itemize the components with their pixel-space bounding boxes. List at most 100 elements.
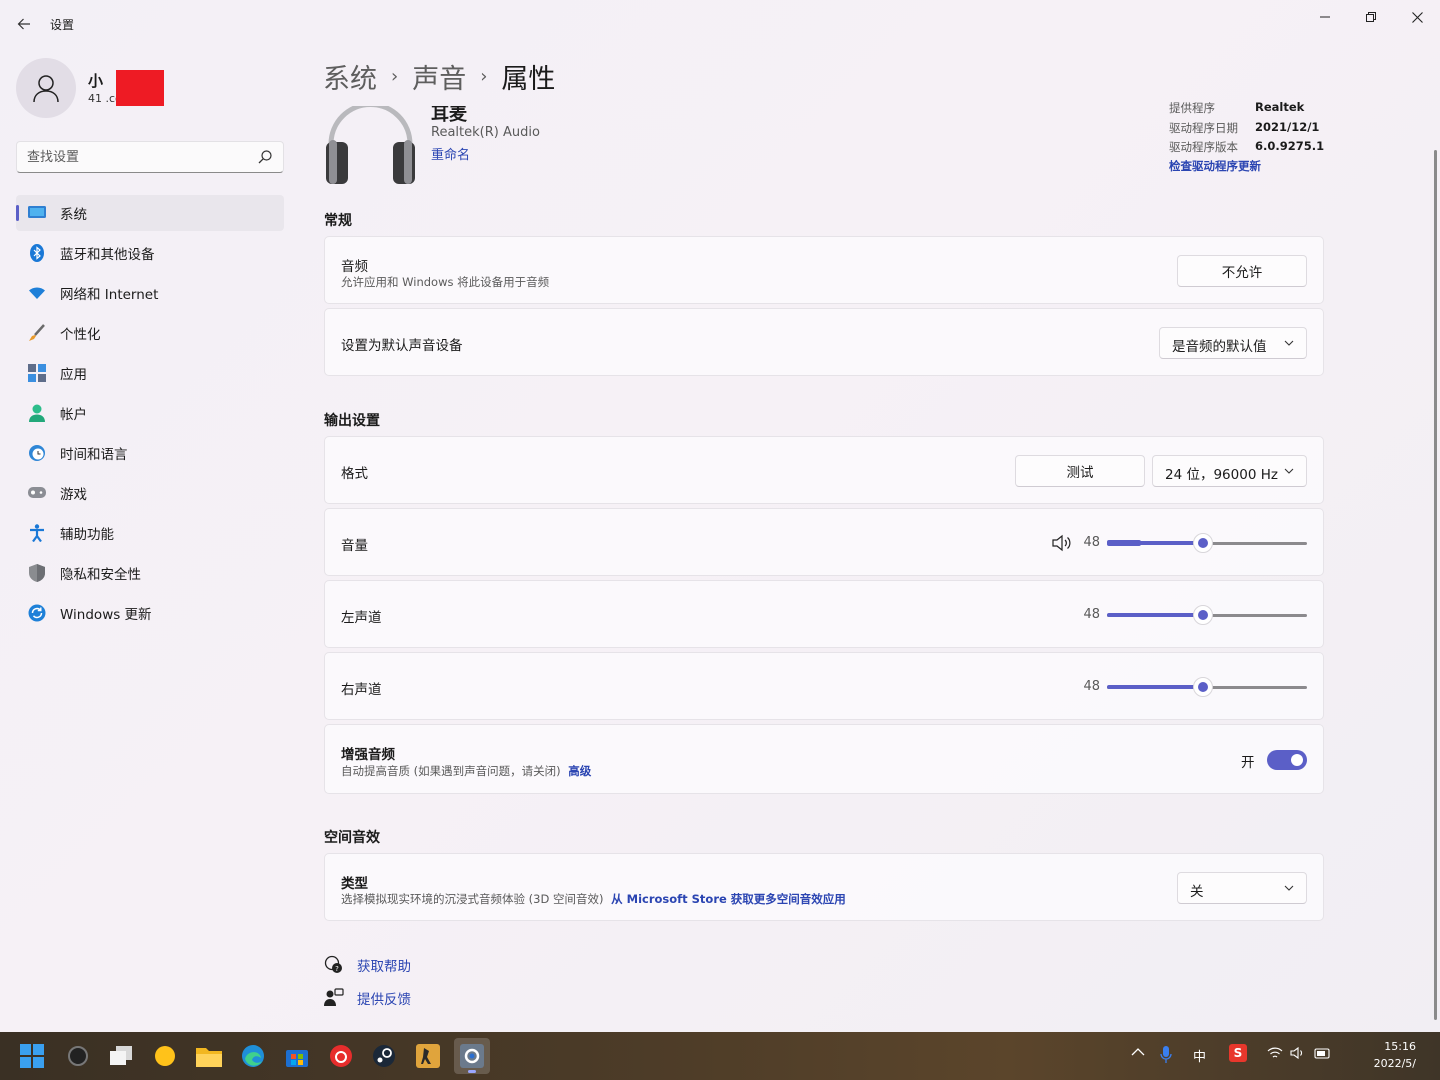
driver-provider-value: Realtek (1255, 100, 1305, 114)
sidebar-item-apps[interactable]: 应用 (16, 355, 284, 391)
store-button[interactable] (279, 1038, 315, 1074)
clock-date: 2022/5/ (1373, 1057, 1416, 1070)
driver-provider-label: 提供程序 (1169, 101, 1215, 115)
search-input[interactable] (17, 142, 247, 172)
get-help-text: 获取帮助 (357, 959, 411, 975)
netease-music-button[interactable] (323, 1038, 359, 1074)
sidebar-item-bluetooth[interactable]: 蓝牙和其他设备 (16, 235, 284, 271)
minimize-icon (1320, 16, 1330, 18)
breadcrumb-sound[interactable]: 声音 (412, 57, 466, 96)
chevron-down-icon (1284, 885, 1294, 891)
breadcrumb-separator: › (480, 65, 488, 87)
sidebar-item-label: 游戏 (60, 487, 87, 503)
sidebar-item-accessibility[interactable]: 辅助功能 (16, 515, 284, 551)
store-link[interactable]: 从 Microsoft Store 获取更多空间音效应用 (611, 892, 846, 906)
sidebar-item-windows-update[interactable]: Windows 更新 (16, 595, 284, 631)
bluetooth-icon (28, 244, 46, 262)
scrollbar[interactable] (1434, 150, 1437, 1020)
settings-button[interactable] (454, 1038, 490, 1074)
volume-value: 48 (1083, 535, 1100, 550)
sidebar-item-accounts[interactable]: 帐户 (16, 395, 284, 431)
shield-icon (28, 564, 46, 582)
network-button[interactable] (1267, 1046, 1283, 1064)
clock[interactable]: 15:16 2022/5/ (1346, 1038, 1416, 1072)
enhance-audio-desc-text: 自动提高音质 (如果遇到声音问题，请关闭) (341, 764, 561, 778)
file-explorer-icon (196, 1048, 222, 1067)
volume-card: 音量 48 (324, 508, 1324, 576)
search-icon[interactable] (257, 149, 273, 165)
volume-slider[interactable] (1107, 533, 1307, 553)
sidebar-nav: 系统 蓝牙和其他设备 网络和 Internet 个性化 应用 帐户 时间和语言 … (16, 195, 284, 635)
disallow-button[interactable]: 不允许 (1177, 255, 1307, 287)
csgo-button[interactable] (410, 1038, 446, 1074)
close-button[interactable] (1394, 4, 1440, 30)
microphone-button[interactable] (1160, 1046, 1172, 1068)
sidebar-item-label: 个性化 (60, 327, 101, 343)
dropdown-value: 24 位，96000 Hz (1165, 467, 1278, 483)
battery-button[interactable] (1314, 1046, 1332, 1064)
ime-indicator[interactable]: 中 (1193, 1046, 1206, 1065)
edge-button[interactable] (235, 1038, 271, 1074)
tray-overflow-button[interactable] (1131, 1046, 1145, 1061)
taskbar-app-yellow[interactable] (147, 1038, 183, 1074)
file-explorer-button[interactable] (191, 1038, 227, 1074)
section-title-output: 输出设置 (324, 413, 380, 429)
start-button[interactable] (14, 1038, 50, 1074)
sidebar-item-time-language[interactable]: 时间和语言 (16, 435, 284, 471)
enhance-audio-toggle[interactable] (1267, 750, 1307, 770)
get-help-link[interactable]: ? 获取帮助 (324, 954, 411, 976)
slider-thumb[interactable] (1193, 533, 1213, 553)
clock-globe-icon (28, 444, 46, 462)
enhance-audio-title: 增强音频 (341, 747, 395, 763)
minimize-button[interactable] (1302, 4, 1348, 30)
dropdown-value: 是音频的默认值 (1172, 339, 1267, 355)
sidebar-item-system[interactable]: 系统 (16, 195, 284, 231)
chevron-down-icon (1284, 340, 1294, 346)
format-dropdown[interactable]: 24 位，96000 Hz (1152, 455, 1307, 487)
back-button[interactable] (12, 12, 36, 36)
check-driver-update-link[interactable]: 检查驱动程序更新 (1169, 158, 1261, 174)
right-channel-value: 48 (1083, 679, 1100, 694)
driver-date-value: 2021/12/1 (1255, 120, 1320, 134)
dropdown-value: 关 (1190, 884, 1204, 900)
spatial-type-dropdown[interactable]: 关 (1177, 872, 1307, 904)
chevron-up-icon (1131, 1048, 1145, 1056)
left-channel-slider[interactable] (1107, 605, 1307, 625)
spatial-type-card: 类型 选择模拟现实环境的沉浸式音频体验 (3D 空间音效) 从 Microsof… (324, 853, 1324, 921)
speaker-icon[interactable] (1052, 534, 1072, 552)
taskbar-search-button[interactable] (60, 1038, 96, 1074)
steam-button[interactable] (366, 1038, 402, 1074)
netease-music-icon (330, 1045, 352, 1067)
restore-button[interactable] (1348, 4, 1394, 30)
slider-thumb[interactable] (1193, 605, 1213, 625)
spatial-type-desc: 选择模拟现实环境的沉浸式音频体验 (3D 空间音效) 从 Microsoft S… (341, 891, 846, 907)
left-channel-title: 左声道 (341, 610, 382, 626)
driver-version-label: 驱动程序版本 (1169, 140, 1238, 154)
sidebar-item-gaming[interactable]: 游戏 (16, 475, 284, 511)
rename-link[interactable]: 重命名 (431, 144, 470, 163)
brush-icon (28, 324, 46, 342)
user-profile[interactable]: 小 41 .com (16, 56, 286, 120)
volume-tray-button[interactable] (1290, 1046, 1306, 1064)
search-box[interactable] (16, 141, 284, 173)
app-title: 设置 (50, 18, 75, 32)
sidebar-item-privacy[interactable]: 隐私和安全性 (16, 555, 284, 591)
apps-icon (28, 364, 46, 382)
slider-thumb[interactable] (1193, 677, 1213, 697)
sogou-icon[interactable]: S (1229, 1044, 1247, 1062)
right-channel-slider[interactable] (1107, 677, 1307, 697)
default-device-dropdown[interactable]: 是音频的默认值 (1159, 327, 1307, 359)
sidebar-item-personalization[interactable]: 个性化 (16, 315, 284, 351)
enhance-audio-desc: 自动提高音质 (如果遇到声音问题，请关闭) 高级 (341, 763, 591, 779)
task-view-button[interactable] (104, 1038, 140, 1074)
feedback-text: 提供反馈 (357, 992, 411, 1008)
advanced-link[interactable]: 高级 (568, 764, 591, 778)
task-view-icon (110, 1046, 132, 1065)
test-button[interactable]: 测试 (1015, 455, 1145, 487)
breadcrumb-system[interactable]: 系统 (323, 57, 377, 96)
sidebar-item-network[interactable]: 网络和 Internet (16, 275, 284, 311)
sidebar-item-label: 系统 (60, 207, 87, 223)
feedback-link[interactable]: 提供反馈 (324, 987, 411, 1009)
account-icon (28, 404, 46, 422)
format-card: 格式 测试 24 位，96000 Hz (324, 436, 1324, 504)
